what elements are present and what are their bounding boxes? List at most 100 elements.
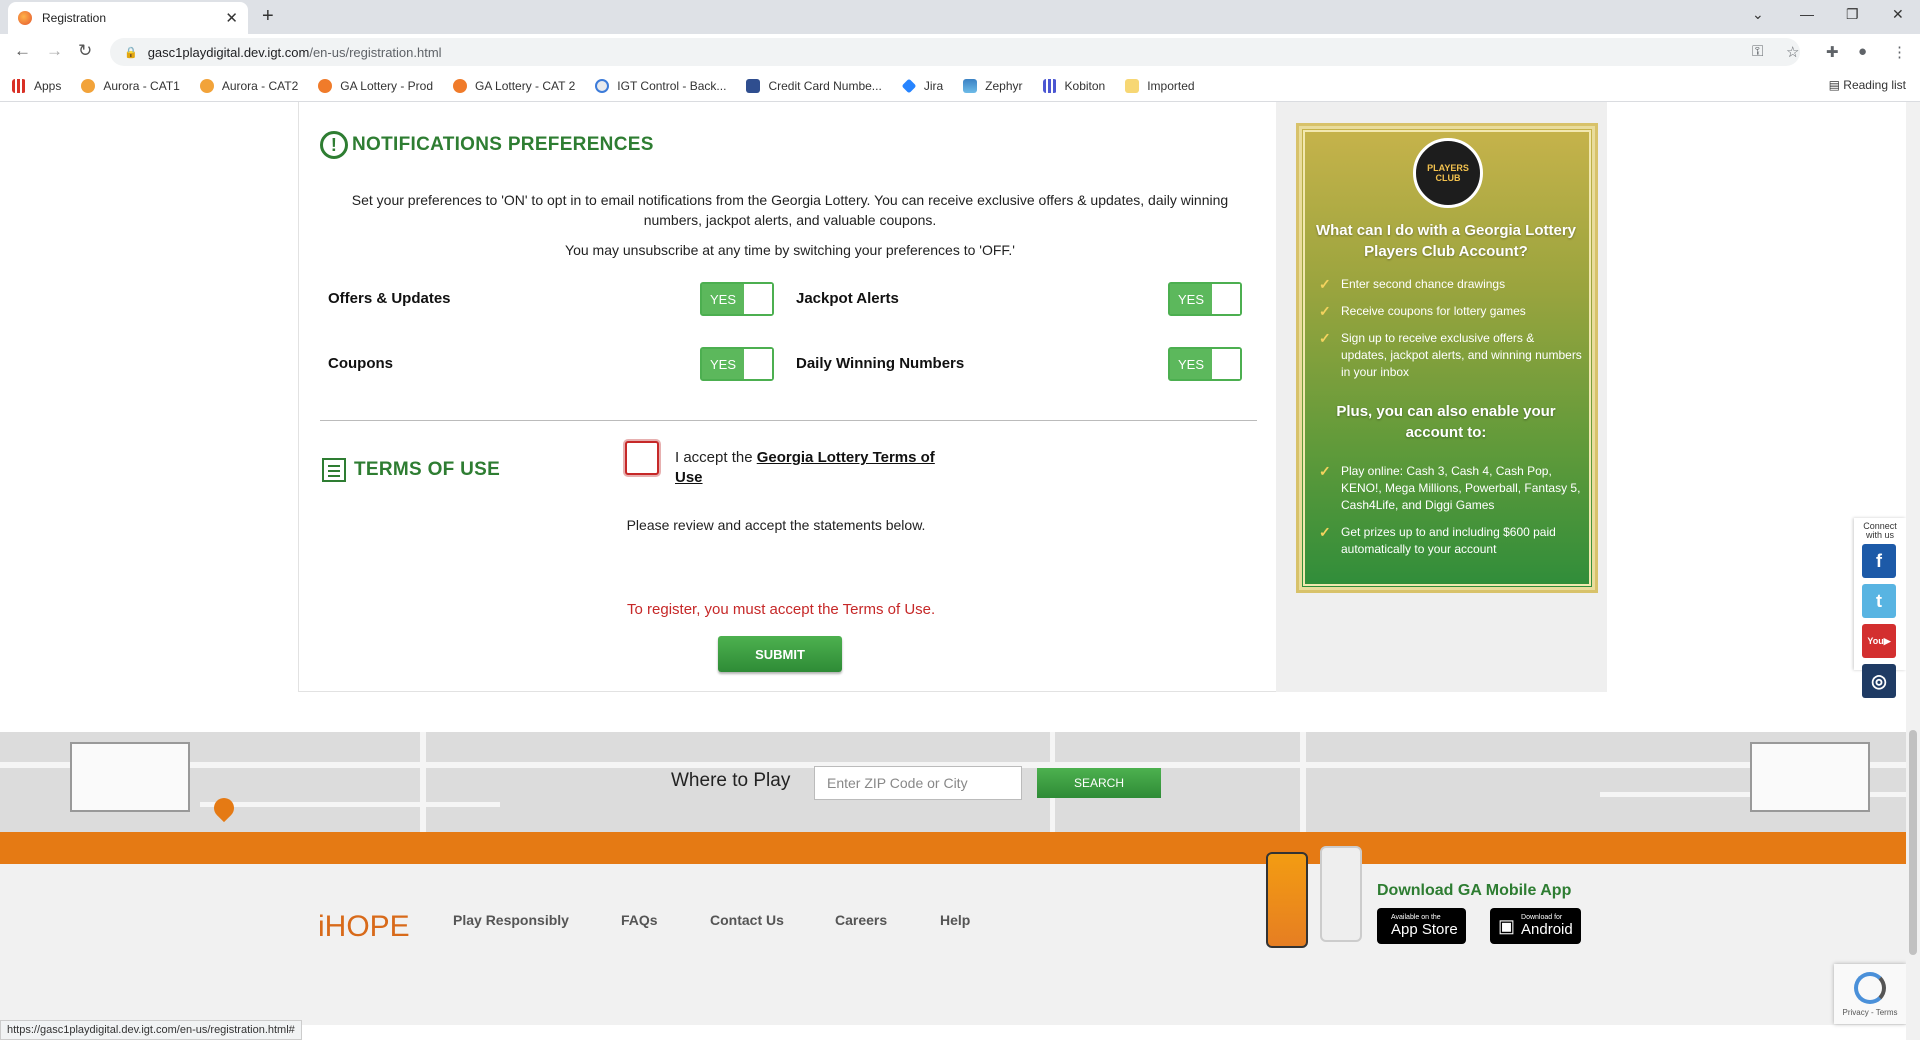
tab-search-icon[interactable]: ⌄: [1752, 6, 1764, 23]
players-club-box: PLAYERS CLUB What can I do with a Georgi…: [1296, 123, 1598, 593]
key-icon[interactable]: ⚿: [1752, 43, 1763, 60]
lock-icon: 🔒: [124, 46, 138, 59]
tab-registration[interactable]: Registration ✕: [8, 2, 248, 34]
accept-terms-checkbox-visible[interactable]: [625, 441, 659, 475]
check-icon: ✓: [1319, 303, 1331, 319]
club-heading-2: Plus, you can also enable your account t…: [1336, 403, 1556, 441]
url-field[interactable]: 🔒 gasc1playdigital.dev.igt.com/en-us/reg…: [110, 38, 1800, 66]
toggle-jackpot[interactable]: YES: [1168, 282, 1242, 316]
check-icon: ✓: [1319, 330, 1331, 346]
orange-band: [0, 832, 1906, 864]
twitter-icon[interactable]: t: [1862, 584, 1896, 618]
kobiton-icon: [1042, 78, 1057, 93]
forward-icon[interactable]: →: [46, 41, 63, 61]
notifications-intro: Set your preferences to 'ON' to opt in t…: [351, 192, 1229, 228]
list-item: ✓ Enter second chance drawings: [1319, 276, 1506, 292]
bookmark-apps[interactable]: Apps: [12, 78, 61, 93]
club-heading-1: What can I do with a Georgia Lottery Pla…: [1315, 222, 1577, 260]
footer-link-help[interactable]: Help: [940, 912, 970, 928]
facebook-icon[interactable]: f: [1862, 544, 1896, 578]
ihope-logo[interactable]: iHOPE: [318, 910, 410, 944]
footer-link-faqs[interactable]: FAQs: [621, 912, 658, 928]
pref-label-coupons: Coupons: [328, 355, 393, 372]
accept-terms-label: I accept the Georgia Lottery Terms of Us…: [675, 449, 935, 486]
document-icon: [322, 458, 346, 482]
minimize-icon[interactable]: —: [1800, 6, 1814, 22]
apps-grid-icon: [12, 78, 26, 93]
bookmark-ga-lottery-prod[interactable]: GA Lottery - Prod: [318, 78, 433, 93]
recaptcha-badge[interactable]: Privacy - Terms: [1834, 964, 1906, 1024]
reading-list[interactable]: ▤ Reading list: [1829, 78, 1906, 92]
footer-link-careers[interactable]: Careers: [835, 912, 887, 928]
footer-link-play-responsibly[interactable]: Play Responsibly: [453, 912, 569, 928]
players-club-logo: PLAYERS CLUB: [1413, 138, 1483, 208]
club-list-2: ✓ Play online: Cash 3, Cash 4, Cash Pop, …: [1317, 463, 1583, 568]
bookmark-credit-card[interactable]: Credit Card Numbe...: [746, 78, 882, 93]
youtube-icon[interactable]: You▶: [1862, 624, 1896, 658]
search-button[interactable]: SEARCH: [1037, 768, 1161, 798]
menu-icon[interactable]: ⋮: [1892, 43, 1907, 61]
igt-icon: [595, 78, 610, 93]
android-icon: ▣: [1498, 915, 1516, 936]
bookmark-aurora-cat1[interactable]: Aurora - CAT1: [81, 78, 180, 93]
url-host: gasc1playdigital.dev.igt.com: [147, 44, 310, 60]
notifications-title: ! NOTIFICATIONS PREFERENCES: [320, 131, 654, 159]
bookmark-kobiton[interactable]: Kobiton: [1042, 78, 1105, 93]
recaptcha-icon: [1854, 972, 1886, 1004]
toggle-coupons[interactable]: YES: [700, 347, 774, 381]
reload-icon[interactable]: ↻: [78, 41, 92, 61]
pref-label-offers: Offers & Updates: [328, 290, 451, 307]
aurora-icon: [81, 78, 96, 93]
store-illustration: [70, 742, 190, 812]
pref-label-jackpot: Jackpot Alerts: [796, 290, 899, 307]
card-icon: [746, 78, 761, 93]
footer: [0, 864, 1906, 1025]
social-caption: Connect with us: [1863, 521, 1897, 540]
toggle-daily-winning[interactable]: YES: [1168, 347, 1242, 381]
extensions-icon[interactable]: ✚: [1826, 43, 1839, 61]
peach-icon: [318, 78, 333, 93]
close-window-icon[interactable]: ✕: [1892, 6, 1904, 23]
download-app-heading: Download GA Mobile App: [1377, 882, 1572, 899]
app-store-button[interactable]: Available on the App Store: [1377, 908, 1466, 944]
peach-icon: [453, 78, 468, 93]
back-icon[interactable]: ←: [14, 41, 31, 61]
new-tab-icon[interactable]: +: [262, 5, 274, 28]
mobile-app-phones: [1266, 846, 1366, 952]
bookmark-aurora-cat2[interactable]: Aurora - CAT2: [199, 78, 298, 93]
android-button[interactable]: ▣ Download for Android: [1490, 908, 1581, 944]
club-list-1: ✓ Enter second chance drawings ✓ Receive c…: [1317, 276, 1583, 391]
zephyr-icon: [963, 78, 978, 93]
reading-list-icon: ▤: [1828, 78, 1844, 92]
check-icon: ✓: [1319, 524, 1331, 540]
list-item: ✓ Sign up to receive exclusive offers & u…: [1319, 330, 1582, 379]
submit-button[interactable]: SUBMIT: [718, 636, 842, 672]
status-bar-url: https://gasc1playdigital.dev.igt.com/en-…: [0, 1020, 302, 1040]
instagram-icon[interactable]: ◎: [1862, 664, 1896, 698]
aurora-icon: [199, 78, 214, 93]
restore-icon[interactable]: ❐: [1846, 6, 1859, 23]
bookmark-jira[interactable]: Jira: [901, 78, 943, 93]
tab-strip: Registration ✕ + ⌄ — ❐ ✕: [0, 0, 1920, 34]
store-illustration: [1750, 742, 1870, 812]
bookmark-imported[interactable]: Imported: [1125, 78, 1195, 93]
scrollbar-thumb[interactable]: [1909, 730, 1917, 955]
url-path: /en-us/registration.html: [309, 44, 442, 60]
list-item: ✓ Get prizes up to and including $600 pai…: [1319, 524, 1556, 556]
section-divider: [320, 420, 1257, 421]
peach-favicon-icon: [18, 11, 32, 25]
terms-title: TERMS OF USE: [322, 458, 500, 482]
bookmark-star-icon[interactable]: ☆: [1786, 43, 1799, 61]
where-to-play-label: Where to Play: [671, 770, 791, 791]
exclamation-circle-icon: !: [320, 131, 348, 159]
bookmark-zephyr[interactable]: Zephyr: [963, 78, 1023, 93]
close-tab-icon[interactable]: ✕: [225, 9, 238, 27]
toggle-offers[interactable]: YES: [700, 282, 774, 316]
terms-error-message: To register, you must accept the Terms o…: [627, 601, 936, 618]
bookmark-ga-lottery-cat2[interactable]: GA Lottery - CAT 2: [453, 78, 575, 93]
zip-input[interactable]: Enter ZIP Code or City: [814, 766, 1022, 800]
bookmark-igt-control[interactable]: IGT Control - Back...: [595, 78, 726, 93]
check-icon: ✓: [1319, 276, 1331, 292]
footer-link-contact-us[interactable]: Contact Us: [710, 912, 784, 928]
profile-icon[interactable]: ●: [1858, 43, 1867, 60]
